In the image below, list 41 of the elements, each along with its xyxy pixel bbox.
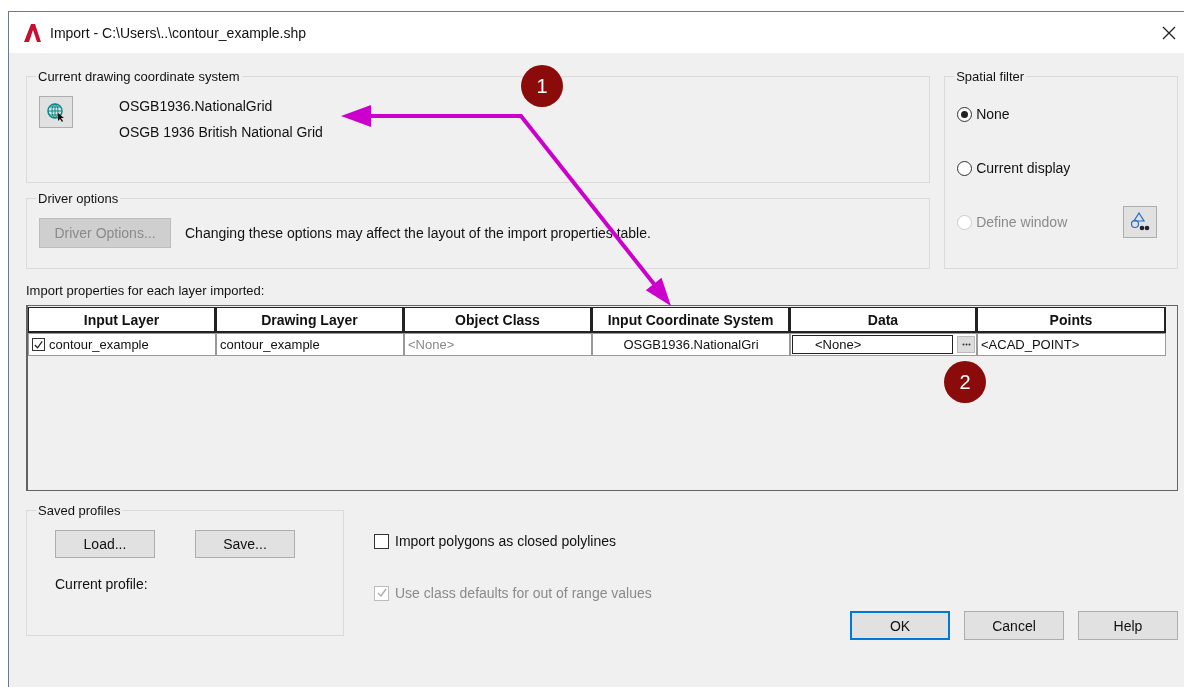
callout-badge: 1 [521, 65, 563, 107]
current-profile-label: Current profile: [55, 576, 149, 592]
define-window-button[interactable] [1123, 206, 1157, 238]
ellipsis-icon [961, 343, 971, 346]
group-title: Spatial filter [955, 69, 1026, 84]
checkbox[interactable] [32, 338, 45, 351]
callout-badge: 2 [944, 361, 986, 403]
dialog-button[interactable]: Cancel [964, 611, 1064, 640]
radio-option[interactable]: None [957, 106, 1010, 122]
column-header[interactable]: Drawing Layer [216, 307, 404, 333]
column-header[interactable]: Object Class [404, 307, 592, 333]
column-header[interactable]: Points [977, 307, 1166, 333]
dialog-button[interactable]: Help [1078, 611, 1178, 640]
data-field[interactable]: <None> [792, 335, 953, 354]
window-title: Import - C:\Users\..\contour_example.shp [50, 24, 307, 41]
group-title: Current drawing coordinate system [37, 69, 241, 84]
group-title: Saved profiles [37, 503, 122, 518]
coordinate-system-code: OSGB1936.NationalGrid [119, 98, 274, 114]
coordinate-system-button[interactable] [39, 96, 73, 128]
cell-text: <ACAD_POINT> [981, 337, 1080, 352]
cell-text: contour_example [220, 337, 320, 352]
cell-text: contour_example [49, 337, 149, 352]
cell-text: OSGB1936.NationalGri [623, 337, 759, 352]
driver-options-note: Changing these options may affect the layout of the import properties table. [185, 225, 651, 241]
coordinate-system-description: OSGB 1936 British National Grid [119, 124, 323, 140]
column-header[interactable]: Input Coordinate System [592, 307, 790, 333]
close-icon[interactable] [1162, 25, 1176, 40]
group-title: Driver options [37, 191, 120, 206]
app-logo-icon [22, 22, 42, 43]
globe-cursor-icon [46, 102, 66, 122]
cell-text: <None> [408, 337, 455, 352]
profile-button[interactable]: Load... [55, 530, 155, 558]
profile-button[interactable]: Save... [195, 530, 295, 558]
checkmark-icon [375, 587, 388, 599]
checkbox-option[interactable]: Import polygons as closed polylines [374, 533, 844, 549]
shapes-binoculars-icon [1130, 212, 1150, 232]
column-header[interactable]: Data [790, 307, 977, 333]
dialog-button[interactable]: OK [850, 611, 950, 640]
column-header[interactable]: Input Layer [28, 307, 216, 333]
radio-option[interactable]: Current display [957, 160, 1071, 176]
table-caption: Import properties for each layer imported: [26, 283, 266, 298]
